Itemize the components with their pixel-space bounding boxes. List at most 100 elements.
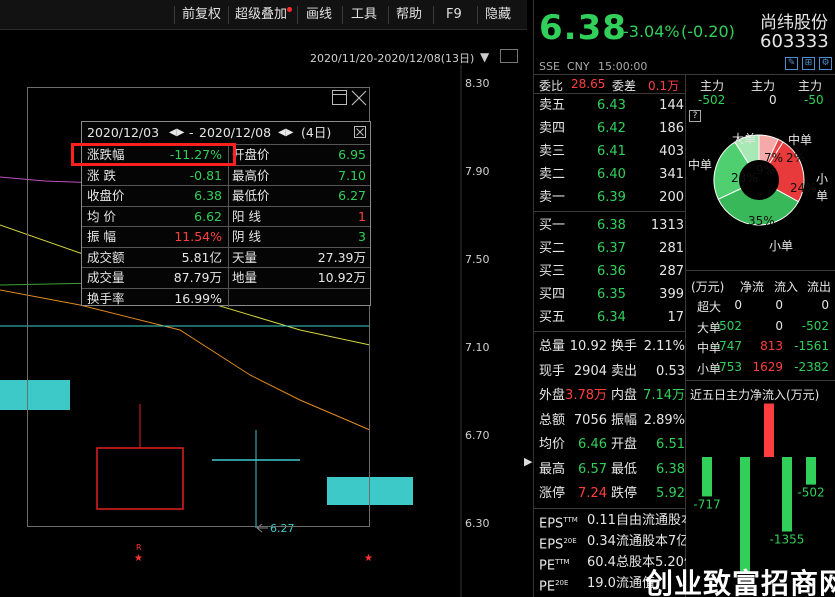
stat-row: 总量 10.92 换手 2.11% — [539, 335, 689, 359]
change-amount: (-0.20) — [681, 22, 735, 41]
stat-row: 现手 2904 卖出 0.53 — [539, 360, 689, 384]
orderbook-volume: 1313 — [650, 218, 684, 233]
orderbook-volume: 399 — [659, 287, 684, 302]
orderbook-row[interactable]: 卖三 6.41 403 — [539, 140, 684, 163]
fundamental-label-text: EPS — [539, 537, 564, 552]
fundamental-label: PETTM — [539, 552, 570, 573]
watermark: 创业致富招商网 — [645, 567, 835, 597]
exchange: SSE — [539, 60, 560, 73]
flow-net: 0 — [734, 298, 742, 312]
scroll-toggle[interactable] — [500, 49, 518, 63]
pie-pct: 35% — [748, 214, 775, 228]
fundamental-extra: 流通股本7亿 — [616, 534, 686, 549]
fundamental-row: EPSTTM 0.11自由流通股本 — [539, 510, 689, 531]
orderbook-row[interactable]: 卖五 6.43 144 — [539, 94, 684, 117]
orderbook-volume: 281 — [659, 241, 684, 256]
stat-label: 外盘 — [539, 388, 566, 403]
stat-value: 7.10 — [338, 167, 366, 183]
mainforce-header: 主力 — [700, 79, 725, 93]
stat-value: 2904 — [573, 363, 607, 379]
star-icon[interactable]: ★ — [364, 553, 373, 564]
orderbook-label: 买五 — [539, 310, 566, 325]
maximize-icon[interactable] — [332, 90, 347, 105]
table-row: 振 幅 11.54% 阴 线 3 — [82, 226, 370, 246]
stat-value: 87.79万 — [173, 270, 222, 285]
settings-icon[interactable]: ⚙ — [819, 57, 832, 70]
stat-label: 天量 — [232, 249, 258, 265]
price-label: 7.10 — [465, 341, 490, 354]
orderbook-volume: 287 — [659, 264, 684, 279]
stat-value: 6.57 — [578, 461, 607, 477]
stat-row: 涨停 7.24 跌停 5.92 — [539, 482, 689, 506]
stat-label: 成交额 — [87, 249, 125, 265]
range-start-date: 2020/12/03 — [87, 125, 160, 140]
orderbook-label: 卖二 — [539, 167, 566, 182]
pie-label-medium-in: 中单 — [788, 133, 813, 147]
star-icon[interactable]: ★ — [134, 553, 143, 564]
stat-label: 跌停 — [611, 486, 638, 501]
edit-icon[interactable]: ✎ — [785, 57, 798, 70]
orderbook-row[interactable]: 卖一 6.39 200 — [539, 186, 684, 209]
flow-net: -502 — [714, 318, 742, 333]
stat-value: 2.89% — [643, 412, 685, 428]
grid-icon[interactable]: ⊞ — [802, 57, 815, 70]
stat-value: 5.92 — [656, 486, 685, 501]
stat-value: 6.51 — [656, 437, 685, 452]
stat-label: 振幅 — [611, 412, 638, 428]
stat-label: 内盘 — [611, 388, 638, 403]
orderbook-label: 买一 — [539, 218, 566, 233]
stat-label: 振 幅 — [87, 229, 116, 244]
stat-row: 总额 7056 振幅 2.89% — [539, 409, 689, 433]
orderbook-row[interactable]: 买五 6.34 17 — [539, 306, 684, 329]
fundamental-value: 19.0 — [587, 576, 616, 591]
flow-row-name: 超大 — [697, 300, 722, 314]
price-label: 7.90 — [465, 165, 490, 178]
orderbook-price: 6.38 — [597, 218, 626, 233]
stat-label: 卖出 — [611, 363, 638, 379]
chevron-down-icon[interactable]: ▼ — [480, 50, 489, 64]
stat-value: 6.38 — [656, 461, 685, 477]
table-row: 成交额 5.81亿 天量 27.39万 — [82, 246, 370, 267]
orderbook-volume: 17 — [667, 310, 684, 325]
flow-header: (万元) — [691, 280, 725, 294]
close-icon[interactable] — [351, 90, 367, 106]
stat-label: 最低价 — [232, 188, 270, 203]
five-day-bar-label: -502 — [797, 486, 824, 500]
five-day-bar-label: -717 — [693, 497, 720, 511]
flow-header: 流出 — [807, 280, 832, 294]
stat-value: 0.53 — [656, 363, 685, 379]
orderbook-price: 6.36 — [597, 264, 626, 279]
currency: CNY — [567, 60, 590, 73]
weicha-label: 委差 — [612, 79, 637, 93]
orderbook-volume: 200 — [659, 190, 684, 205]
range-end-arrows-icon[interactable]: ◀▶ — [278, 123, 293, 143]
stat-value: 1 — [358, 208, 366, 224]
orderbook-price: 6.37 — [597, 241, 626, 256]
close-icon[interactable] — [354, 126, 366, 138]
fundamental-label: EPSTTM — [539, 510, 578, 531]
flow-out: -2382 — [794, 359, 829, 374]
fundamental-label: EPS20E — [539, 531, 577, 552]
orderbook-row[interactable]: 买二 6.37 281 — [539, 237, 684, 260]
mainforce-header: 主力 — [751, 79, 776, 93]
stat-label: 涨停 — [539, 486, 566, 501]
stat-label: 总额 — [539, 412, 566, 428]
stat-value: 7.14万 — [643, 388, 685, 403]
fundamental-label-sup: 20E — [563, 537, 577, 545]
orderbook-row[interactable]: 买四 6.35 399 — [539, 283, 684, 306]
orderbook-row[interactable]: 买一 6.38 1313 — [539, 214, 684, 237]
price-label: 7.50 — [465, 253, 490, 266]
stat-label: 均价 — [539, 437, 566, 452]
mainforce-header: 主力 — [798, 79, 823, 93]
orderbook-row[interactable]: 买三 6.36 287 — [539, 260, 684, 283]
flow-in: 1629 — [752, 359, 783, 374]
range-start-arrows-icon[interactable]: ◀▶ — [169, 123, 184, 143]
collapse-arrow-icon[interactable]: ▶ — [524, 455, 532, 468]
flow-header: 流入 — [774, 280, 799, 294]
mainforce-value: -502 — [698, 93, 726, 107]
orderbook-label: 卖五 — [539, 98, 566, 113]
stat-value: 5.81亿 — [181, 249, 222, 265]
orderbook-row[interactable]: 卖四 6.42 186 — [539, 117, 684, 140]
stat-row: 均价 6.46 开盘 6.51 — [539, 433, 689, 457]
orderbook-row[interactable]: 卖二 6.40 341 — [539, 163, 684, 186]
